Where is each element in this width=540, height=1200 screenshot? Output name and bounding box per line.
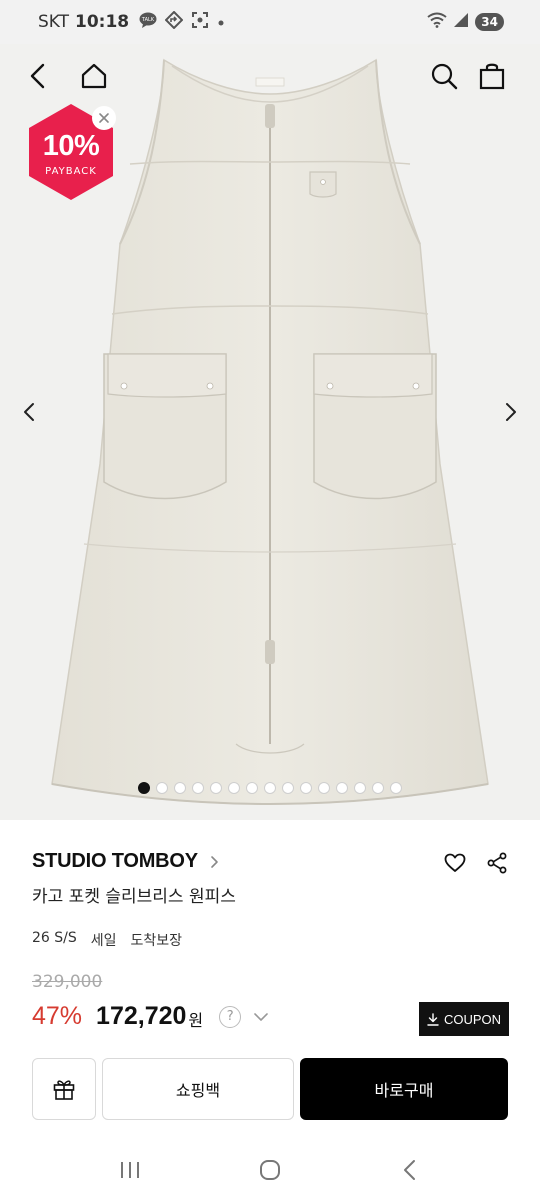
carrier-label: SKT <box>38 12 70 32</box>
sale-price: 172,720 <box>96 1002 187 1030</box>
download-icon <box>427 1012 439 1026</box>
talk-icon: TALK <box>139 12 157 33</box>
chevron-right-icon <box>211 855 218 868</box>
coupon-label: COUPON <box>443 1011 502 1027</box>
carousel-dot[interactable] <box>318 782 330 794</box>
buy-now-button[interactable]: 바로구매 <box>300 1058 508 1120</box>
system-navigation-bar <box>0 1140 540 1200</box>
payback-label: PAYBACK <box>45 166 97 177</box>
svg-text:TALK: TALK <box>141 17 155 23</box>
add-to-bag-button[interactable]: 쇼핑백 <box>102 1058 294 1120</box>
dot-icon <box>217 12 225 32</box>
brand-name: STUDIO TOMBOY <box>32 850 198 872</box>
carousel-dot[interactable] <box>210 782 222 794</box>
recent-apps-button[interactable] <box>100 1145 160 1195</box>
payback-percent: 10% <box>42 130 100 162</box>
close-icon <box>99 113 109 123</box>
wifi-icon <box>427 12 447 33</box>
tag-sale: 세일 <box>90 933 117 949</box>
heart-icon <box>444 853 466 872</box>
carousel-dot[interactable] <box>264 782 276 794</box>
original-price: 329,000 <box>32 972 103 992</box>
price-expand-button[interactable] <box>253 1012 269 1022</box>
carousel-dot[interactable] <box>156 782 168 794</box>
payback-close-button[interactable] <box>92 106 116 130</box>
carousel-dot[interactable] <box>354 782 366 794</box>
home-icon <box>81 63 107 89</box>
carousel-dot[interactable] <box>336 782 348 794</box>
notification-icons: TALK <box>139 10 225 34</box>
carousel-dot[interactable] <box>390 782 402 794</box>
chevron-left-icon <box>24 403 34 421</box>
search-button[interactable] <box>424 56 464 96</box>
search-icon <box>431 63 458 90</box>
gift-icon <box>53 1080 75 1100</box>
coupon-button[interactable]: COUPON <box>419 1002 509 1036</box>
price-row: 47% 172,720 원 ? <box>32 1002 269 1031</box>
home-circle-icon <box>260 1160 280 1180</box>
price-help-button[interactable]: ? <box>219 1005 242 1028</box>
chevron-right-icon <box>506 403 516 421</box>
carousel-dot[interactable] <box>372 782 384 794</box>
chevron-left-icon <box>30 63 45 89</box>
carousel-dot[interactable] <box>138 782 150 794</box>
product-actions <box>442 850 510 876</box>
shopping-bag-button[interactable] <box>472 56 512 96</box>
system-home-button[interactable] <box>240 1145 300 1195</box>
wishlist-button[interactable] <box>442 850 468 876</box>
carousel-dot[interactable] <box>174 782 186 794</box>
navigation-icon <box>164 10 184 34</box>
carousel-prev-button[interactable] <box>14 392 44 432</box>
signal-icon <box>453 12 469 33</box>
chevron-down-icon <box>254 1012 268 1021</box>
share-button[interactable] <box>484 850 510 876</box>
tag-delivery: 도착보장 <box>130 933 183 949</box>
screenshot-icon <box>191 11 209 34</box>
carousel-dot[interactable] <box>300 782 312 794</box>
home-button[interactable] <box>74 56 114 96</box>
carousel-dot[interactable] <box>282 782 294 794</box>
product-name: 카고 포켓 슬리브리스 원피스 <box>32 887 236 907</box>
currency-label: 원 <box>188 1011 204 1030</box>
system-back-button[interactable] <box>380 1145 440 1195</box>
tag-season: 26 S/S <box>32 930 77 946</box>
clock: 10:18 <box>75 12 130 32</box>
brand-link[interactable]: STUDIO TOMBOY <box>32 850 220 873</box>
gift-button[interactable] <box>32 1058 96 1120</box>
carousel-dot[interactable] <box>228 782 240 794</box>
carousel-next-button[interactable] <box>496 392 526 432</box>
carousel-dot[interactable] <box>192 782 204 794</box>
product-tags: 26 S/S 세일 도착보장 <box>32 930 182 950</box>
status-bar: SKT 10:18 TALK 34 <box>0 0 540 44</box>
shopping-bag-icon <box>479 63 505 90</box>
discount-rate: 47% <box>32 1002 83 1030</box>
carousel-dot[interactable] <box>246 782 258 794</box>
share-icon <box>487 852 507 874</box>
battery-indicator: 34 <box>475 13 504 31</box>
back-button[interactable] <box>18 56 58 96</box>
recent-apps-icon <box>121 1162 139 1178</box>
product-image-carousel[interactable]: 10% PAYBACK <box>0 44 540 820</box>
carousel-pagination <box>0 782 540 794</box>
back-icon <box>404 1160 415 1180</box>
